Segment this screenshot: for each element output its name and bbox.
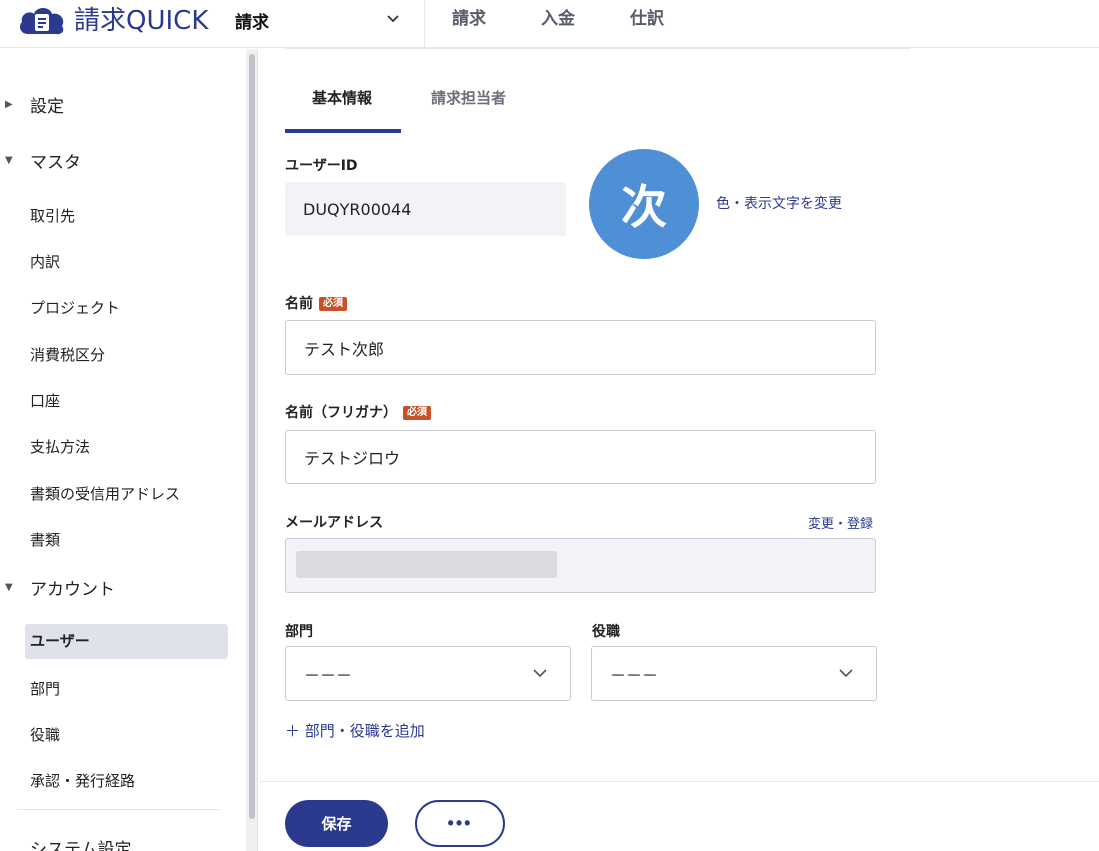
name-label-text: 名前 (285, 296, 313, 312)
email-label: メールアドレス (285, 515, 383, 531)
app-switcher-select[interactable]: 請求 (235, 6, 405, 33)
sidebar: ▶ 設定 ▼ マスタ 取引先 内訳 プロジェクト 消費税区分 口座 支払方法 書… (0, 49, 246, 851)
scrollbar-thumb[interactable] (249, 54, 255, 819)
caret-right-icon: ▶ (5, 98, 13, 110)
active-tab-indicator (285, 129, 401, 133)
sidebar-item-users[interactable]: ユーザー (25, 624, 228, 659)
tab-billing-contact[interactable]: 請求担当者 (431, 87, 506, 108)
sidebar-section-settings[interactable]: ▶ 設定 (0, 92, 64, 117)
content-top-rule (285, 48, 910, 49)
name-label: 名前 必須 (285, 293, 347, 313)
sidebar-item-documents[interactable]: 書類 (30, 529, 60, 550)
avatar-char: 次 (621, 180, 667, 234)
sidebar-section-label: 設定 (30, 97, 64, 117)
caret-down-icon: ▼ (5, 154, 13, 166)
name-input[interactable]: テスト次郎 (285, 320, 876, 375)
sidebar-item-projects[interactable]: プロジェクト (30, 297, 120, 318)
avatar: 次 (589, 149, 699, 259)
chevron-down-icon (387, 15, 399, 23)
position-label: 役職 (592, 624, 620, 640)
add-department-position-link[interactable]: ＋ 部門・役職を追加 (285, 720, 425, 741)
sidebar-item-receive-address[interactable]: 書類の受信用アドレス (30, 483, 180, 504)
kana-input[interactable]: テストジロウ (285, 430, 876, 484)
chevron-down-icon (533, 669, 547, 678)
more-options-button[interactable]: ••• (415, 800, 505, 847)
position-select-value: －－－ (610, 665, 659, 685)
user-id-value: DUQYR00044 (303, 199, 412, 219)
sidebar-item-departments[interactable]: 部門 (30, 678, 60, 699)
sidebar-section-label: マスタ (30, 153, 81, 173)
caret-down-icon: ▼ (5, 581, 13, 593)
kana-label-text: 名前（フリガナ） (285, 405, 397, 421)
sidebar-item-tax-category[interactable]: 消費税区分 (30, 344, 105, 365)
redacted-email-mask (296, 551, 557, 578)
sidebar-section-master[interactable]: ▼ マスタ (0, 148, 81, 173)
sidebar-divider (17, 809, 219, 810)
position-select[interactable]: －－－ (591, 646, 877, 701)
nav-item-invoice[interactable]: 請求 (452, 6, 486, 32)
footer-rule (259, 781, 1099, 782)
sidebar-section-label: アカウント (30, 580, 115, 600)
cloud-document-icon (16, 4, 68, 38)
tab-basic-info[interactable]: 基本情報 (312, 87, 372, 108)
user-id-label: ユーザーID (285, 158, 358, 174)
save-button[interactable]: 保存 (285, 800, 388, 847)
sidebar-scrollbar[interactable] (246, 49, 258, 851)
email-field (285, 538, 876, 593)
sidebar-section-system-settings[interactable]: システム設定 (30, 835, 132, 851)
top-header: 請求QUICK 請求 請求 入金 仕訳 (0, 0, 1099, 48)
app-logo[interactable]: 請求QUICK (16, 4, 208, 38)
nav-item-journal[interactable]: 仕訳 (630, 6, 664, 32)
nav-item-payment[interactable]: 入金 (541, 6, 575, 32)
header-divider (424, 0, 425, 48)
sidebar-item-bank-account[interactable]: 口座 (30, 390, 60, 411)
required-badge: 必須 (403, 406, 431, 420)
kana-input-value: テストジロウ (304, 449, 401, 468)
main-nav: 請求 入金 仕訳 (452, 6, 719, 32)
department-label: 部門 (285, 624, 313, 640)
chevron-down-icon (839, 669, 853, 678)
email-change-link[interactable]: 変更・登録 (808, 513, 873, 532)
app-switcher-label: 請求 (235, 13, 269, 33)
required-badge: 必須 (319, 297, 347, 311)
sidebar-item-clients[interactable]: 取引先 (30, 205, 75, 226)
sidebar-item-payment-method[interactable]: 支払方法 (30, 436, 90, 457)
sidebar-item-approval-route[interactable]: 承認・発行経路 (30, 770, 135, 791)
sidebar-item-positions[interactable]: 役職 (30, 724, 60, 745)
department-select-value: －－－ (304, 665, 353, 685)
user-id-field: DUQYR00044 (285, 182, 566, 236)
avatar-change-link[interactable]: 色・表示文字を変更 (716, 193, 842, 213)
department-select[interactable]: －－－ (285, 646, 571, 701)
sidebar-item-breakdown[interactable]: 内訳 (30, 251, 60, 272)
name-input-value: テスト次郎 (304, 339, 385, 359)
kana-label: 名前（フリガナ） 必須 (285, 402, 431, 422)
logo-text: 請求QUICK (74, 6, 209, 36)
sidebar-section-account[interactable]: ▼ アカウント (0, 575, 115, 600)
